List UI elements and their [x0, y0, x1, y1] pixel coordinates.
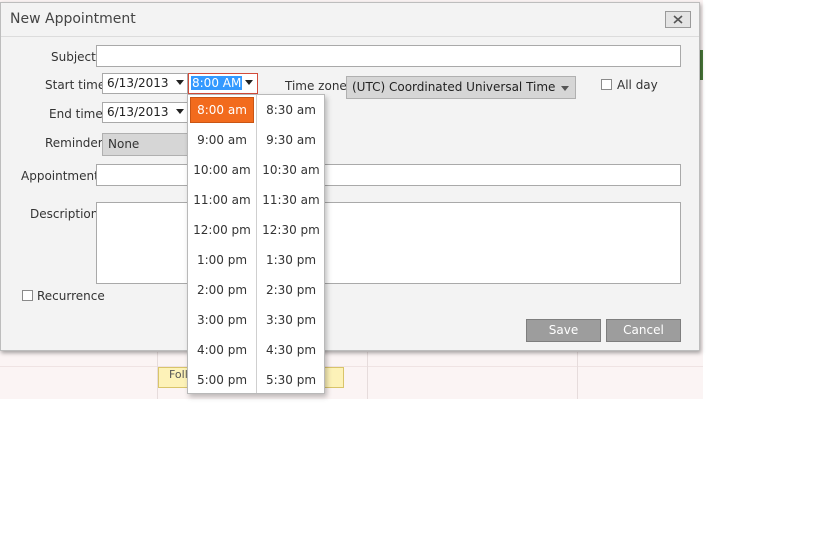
start-time-label: Start time	[45, 78, 106, 92]
time-zone-select[interactable]: (UTC) Coordinated Universal Time	[346, 76, 576, 99]
chevron-down-icon[interactable]	[561, 86, 569, 91]
title-divider	[1, 36, 699, 37]
save-button[interactable]: Save	[526, 319, 601, 342]
time-option[interactable]: 4:30 pm	[259, 337, 323, 363]
time-option[interactable]: 5:00 pm	[190, 367, 254, 393]
recurrence-checkbox[interactable]	[22, 290, 33, 301]
scheduler-gridline	[367, 352, 368, 399]
time-option[interactable]: 10:30 am	[259, 157, 323, 183]
time-option[interactable]: 3:00 pm	[190, 307, 254, 333]
description-label: Description	[30, 207, 99, 221]
time-zone-value: (UTC) Coordinated Universal Time	[352, 80, 556, 94]
dropdown-column-divider	[256, 95, 257, 393]
chevron-down-icon[interactable]	[245, 80, 253, 85]
all-day-checkbox[interactable]	[601, 79, 612, 90]
subject-input[interactable]	[96, 45, 681, 67]
cancel-button[interactable]: Cancel	[606, 319, 681, 342]
subject-label: Subject	[51, 50, 96, 64]
dialog-title: New Appointment	[10, 11, 136, 27]
time-option[interactable]: 4:00 pm	[190, 337, 254, 363]
time-option[interactable]: 11:30 am	[259, 187, 323, 213]
start-date-picker[interactable]: 6/13/2013	[102, 73, 188, 94]
reminder-value: None	[108, 137, 140, 151]
close-button[interactable]	[665, 11, 691, 28]
time-dropdown: 8:00 am 9:00 am 10:00 am 11:00 am 12:00 pm 1:…	[187, 94, 325, 394]
scheduler-gridline	[0, 366, 703, 367]
description-textarea[interactable]	[96, 202, 681, 284]
time-option[interactable]: 2:00 pm	[190, 277, 254, 303]
time-option[interactable]: 10:00 am	[190, 157, 254, 183]
new-appointment-dialog: New Appointment Subject Start time 6/13/…	[0, 2, 700, 351]
end-time-label: End time	[49, 107, 103, 121]
recurrence-label: Recurrence	[37, 289, 105, 303]
appointment-type-input[interactable]	[96, 164, 681, 186]
time-option[interactable]: 8:30 am	[259, 97, 323, 123]
start-time-value[interactable]: 8:00 AM	[191, 76, 243, 90]
start-time-picker[interactable]: 8:00 AM	[188, 73, 258, 94]
chevron-down-icon[interactable]	[176, 80, 184, 85]
time-option[interactable]: 5:30 pm	[259, 367, 323, 393]
time-option[interactable]: 12:30 pm	[259, 217, 323, 243]
time-option[interactable]: 12:00 pm	[190, 217, 254, 243]
reminder-label: Reminder	[45, 136, 103, 150]
time-option[interactable]: 9:00 am	[190, 127, 254, 153]
time-option[interactable]: 3:30 pm	[259, 307, 323, 333]
chevron-down-icon[interactable]	[176, 109, 184, 114]
time-zone-label: Time zone	[285, 79, 347, 93]
time-option[interactable]: 2:30 pm	[259, 277, 323, 303]
time-option[interactable]: 1:30 pm	[259, 247, 323, 273]
all-day-label: All day	[617, 78, 658, 92]
time-option[interactable]: 9:30 am	[259, 127, 323, 153]
time-option[interactable]: 8:00 am	[190, 97, 254, 123]
end-date-picker[interactable]: 6/13/2013	[102, 102, 188, 123]
scheduler-accent-strip	[700, 50, 703, 80]
time-option[interactable]: 11:00 am	[190, 187, 254, 213]
start-date-value: 6/13/2013	[107, 76, 169, 90]
end-date-value: 6/13/2013	[107, 105, 169, 119]
close-icon	[673, 15, 683, 24]
appointment-type-label: AppointmentT	[21, 169, 96, 183]
time-option[interactable]: 1:00 pm	[190, 247, 254, 273]
scheduler-gridline	[577, 352, 578, 399]
